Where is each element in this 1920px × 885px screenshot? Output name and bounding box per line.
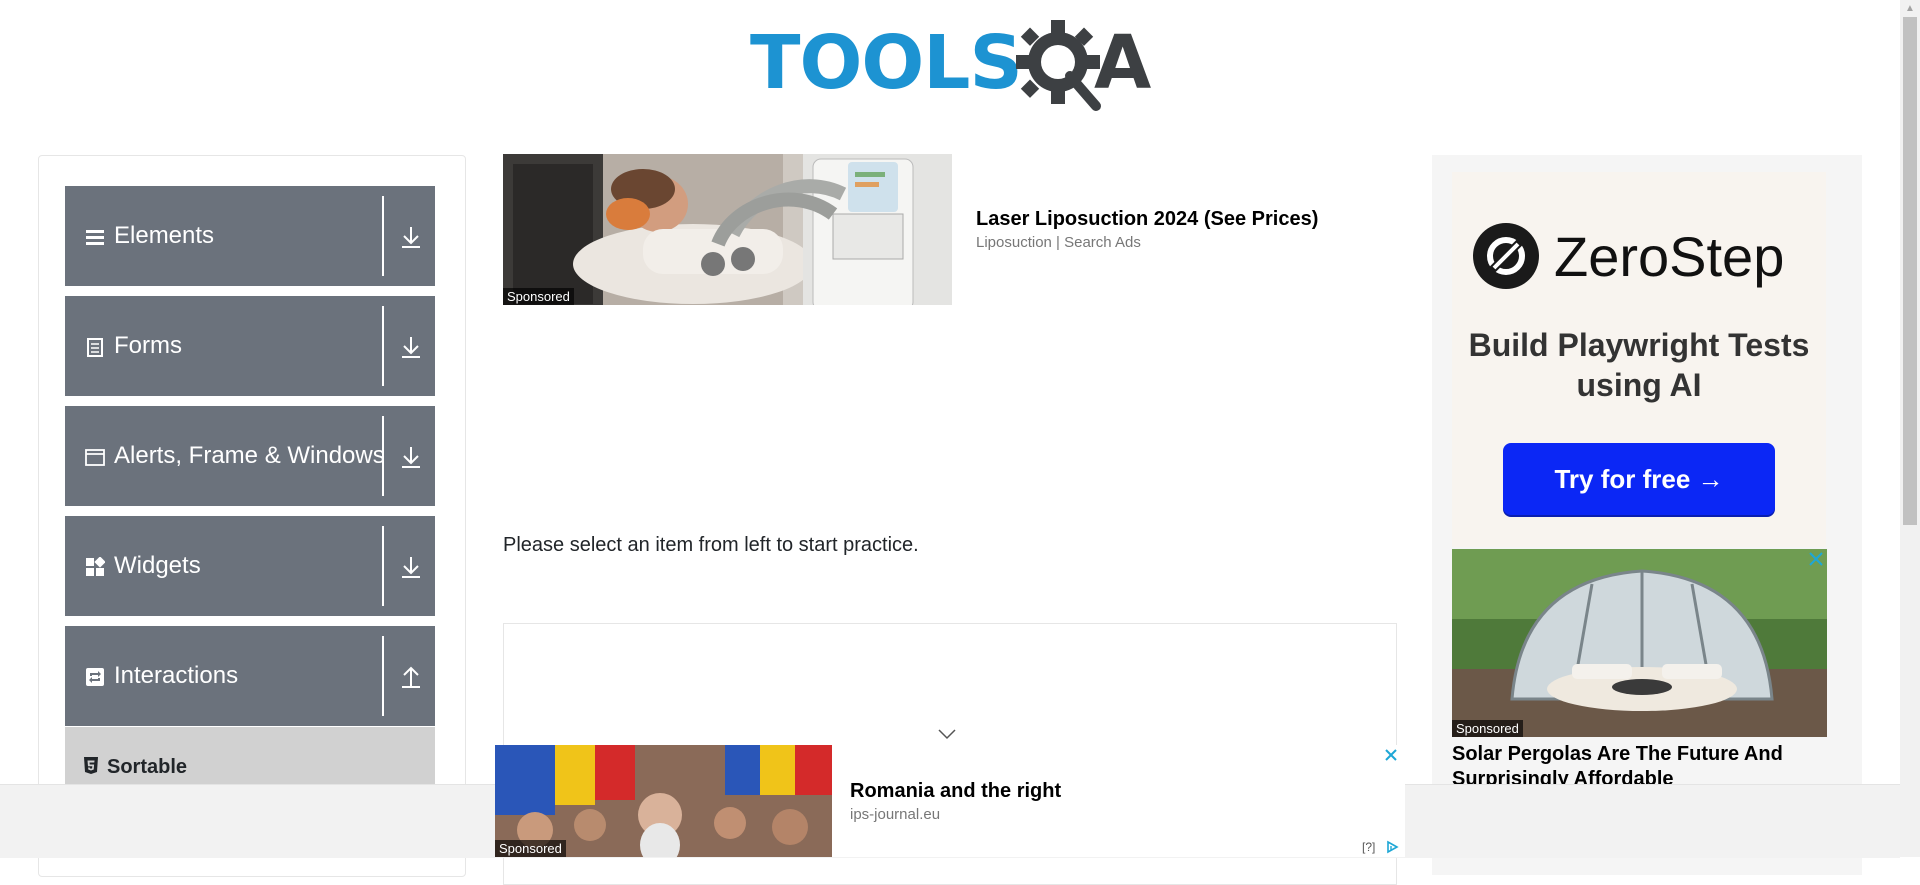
upload-icon[interactable] — [387, 626, 435, 726]
close-icon[interactable] — [1381, 745, 1401, 765]
download-icon[interactable] — [387, 296, 435, 396]
sponsored-label: Sponsored — [503, 288, 574, 305]
zerostep-ad[interactable]: ZeroStep Build Playwright Tests using AI… — [1452, 172, 1826, 547]
sticky-ad-title[interactable]: Romania and the right — [850, 780, 1061, 803]
window-icon — [85, 449, 105, 466]
nav-group-forms[interactable]: Forms — [65, 296, 435, 396]
sticky-ad-image[interactable]: Sponsored — [495, 745, 832, 857]
pergola-image-graphic — [1452, 549, 1827, 737]
zerostep-logo-icon — [1473, 223, 1539, 289]
sponsored-ad-top[interactable]: Sponsored Laser Liposuction 2024 (See Pr… — [503, 154, 1373, 306]
zerostep-brand: ZeroStep — [1554, 225, 1785, 288]
try-for-free-button[interactable]: Try for free → — [1503, 443, 1775, 515]
nav-item-sortable[interactable]: Sortable — [65, 727, 435, 787]
adchoices-icon[interactable] — [1385, 840, 1399, 854]
pergola-ad-image[interactable]: Sponsored — [1452, 549, 1827, 737]
download-icon[interactable] — [387, 186, 435, 286]
nav-group-label: Interactions — [114, 662, 239, 689]
sponsored-label: Sponsored — [495, 840, 566, 857]
close-icon[interactable] — [1806, 549, 1826, 569]
group-divider — [382, 306, 384, 386]
logo-text-tools: TOOLS — [750, 20, 1023, 106]
download-icon[interactable] — [387, 516, 435, 616]
scroll-thumb[interactable] — [1903, 17, 1917, 525]
chevron-down-icon[interactable] — [937, 727, 957, 741]
nav-group-interactions[interactable]: Interactions — [65, 626, 435, 726]
nav-group-label: Elements — [114, 222, 215, 249]
site-header: TOOLS A — [0, 0, 1900, 130]
nav-group-label: Widgets — [114, 552, 201, 579]
adchoices-help[interactable]: [?] — [1362, 840, 1375, 854]
nav-group-widgets[interactable]: Widgets — [65, 516, 435, 616]
instruction-text: Please select an item from left to start… — [503, 534, 919, 556]
nav-group-elements[interactable]: Elements — [65, 186, 435, 286]
hamburger-icon — [86, 230, 104, 245]
sticky-ad-source[interactable]: ips-journal.eu — [850, 806, 940, 823]
widgets-grid-icon — [86, 557, 105, 576]
ad-image[interactable]: Sponsored — [503, 154, 952, 305]
group-divider — [382, 526, 384, 606]
zerostep-headline: Build Playwright Tests using AI — [1468, 327, 1810, 403]
sticky-ad[interactable]: Sponsored Romania and the right ips-jour… — [495, 745, 1405, 857]
logo-text-a: A — [1094, 20, 1152, 106]
nav-group-label: Alerts, Frame & Windows — [114, 442, 385, 469]
ad-image-graphic — [503, 154, 952, 305]
group-divider — [382, 636, 384, 716]
ad-title[interactable]: Laser Liposuction 2024 (See Prices) — [976, 208, 1318, 231]
download-icon[interactable] — [387, 406, 435, 506]
toolsqa-logo[interactable]: TOOLS A — [750, 18, 1155, 114]
document-icon — [87, 338, 103, 357]
scroll-up-icon[interactable]: ▲ — [1900, 0, 1920, 17]
ad-source[interactable]: Liposuction | Search Ads — [976, 234, 1141, 251]
html5-icon — [84, 757, 98, 774]
page-scrollbar[interactable]: ▲ — [1900, 0, 1920, 857]
interactions-icon — [86, 668, 104, 686]
sponsored-label: Sponsored — [1452, 720, 1523, 737]
group-divider — [382, 416, 384, 496]
group-divider — [382, 196, 384, 276]
nav-group-label: Forms — [114, 332, 182, 359]
nav-item-label: Sortable — [107, 756, 188, 778]
nav-group-alerts-frame-windows[interactable]: Alerts, Frame & Windows — [65, 406, 435, 506]
